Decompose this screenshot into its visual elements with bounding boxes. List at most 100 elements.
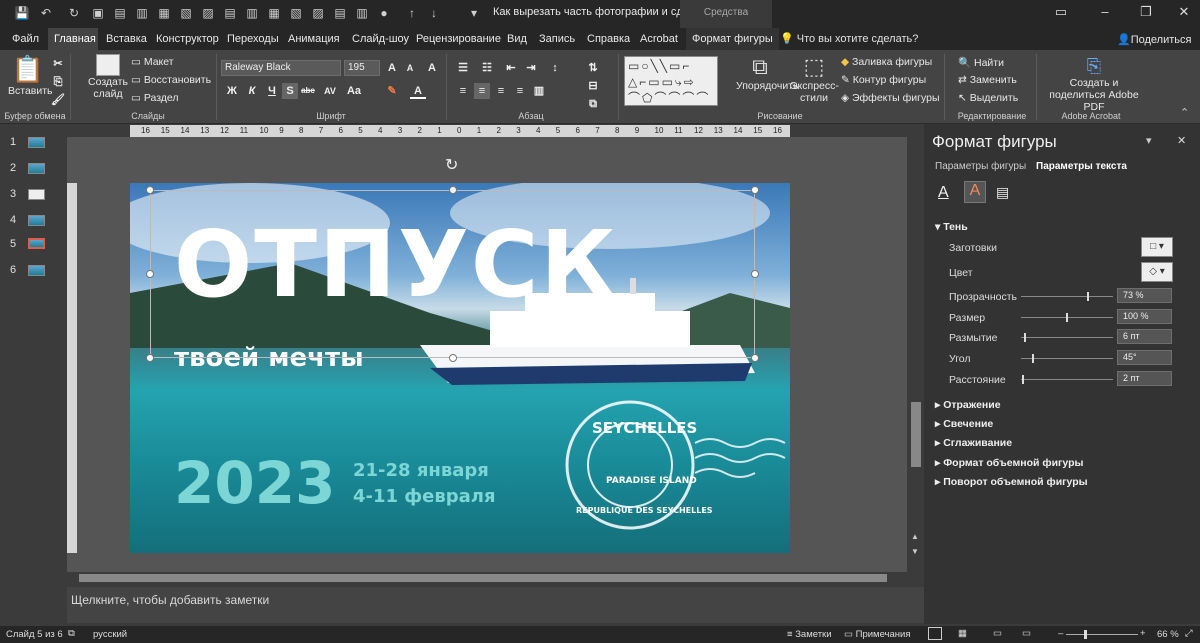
tab-design[interactable]: Конструктор bbox=[150, 28, 225, 50]
slide-sorter-icon[interactable]: ▦ bbox=[958, 628, 967, 639]
replace-button[interactable]: ⇄ Заменить bbox=[958, 74, 1017, 86]
slide-thumb-5[interactable] bbox=[28, 238, 45, 249]
char-spacing-icon[interactable]: AV bbox=[322, 83, 338, 99]
qat-icon-1[interactable]: ▤ bbox=[112, 5, 128, 21]
dates-line-2[interactable]: 4-11 февраля bbox=[353, 486, 496, 507]
tell-me-search[interactable]: 💡 Что вы хотите сделать? bbox=[780, 28, 918, 50]
bullets-icon[interactable]: ☰ bbox=[455, 60, 471, 76]
notes-toggle[interactable]: ≡ Заметки bbox=[787, 629, 832, 640]
find-button[interactable]: 🔍 Найти bbox=[958, 56, 1004, 69]
smartart-icon[interactable]: ⧉ bbox=[585, 96, 601, 112]
pane-options-icon[interactable]: ▾ bbox=[1146, 134, 1152, 147]
close-button[interactable]: ✕ bbox=[1174, 4, 1194, 22]
slide-thumb-4[interactable] bbox=[28, 215, 45, 226]
redo-icon[interactable]: ↻ bbox=[66, 5, 82, 21]
language-indicator[interactable]: русский bbox=[93, 629, 127, 640]
numbering-icon[interactable]: ☷ bbox=[479, 60, 495, 76]
resize-handle[interactable] bbox=[146, 186, 154, 194]
qat-icon-6[interactable]: ▤ bbox=[222, 5, 238, 21]
new-slide-button[interactable]: Создать слайд bbox=[88, 54, 128, 100]
qat-icon-4[interactable]: ▧ bbox=[178, 5, 194, 21]
transparency-value[interactable]: 73 % bbox=[1117, 288, 1172, 303]
scroll-down-icon[interactable]: ▼ bbox=[911, 547, 919, 556]
size-slider[interactable] bbox=[1021, 313, 1113, 322]
arrange-button[interactable]: ⧉ Упорядочить bbox=[736, 54, 798, 92]
slide-thumb-1[interactable] bbox=[28, 137, 45, 148]
size-value[interactable]: 100 % bbox=[1117, 309, 1172, 324]
rotate-3d-section[interactable]: ▸ Поворот объемной фигуры bbox=[935, 476, 1088, 488]
align-left-icon[interactable]: ≡ bbox=[455, 83, 471, 99]
tab-help[interactable]: Справка bbox=[581, 28, 636, 50]
qat-icon-12[interactable]: ▥ bbox=[354, 5, 370, 21]
tab-home[interactable]: Главная bbox=[48, 28, 98, 50]
bold-icon[interactable]: Ж bbox=[224, 83, 240, 99]
justify-icon[interactable]: ≡ bbox=[512, 83, 528, 99]
resize-handle[interactable] bbox=[751, 270, 759, 278]
reading-view-icon[interactable]: ▭ bbox=[993, 628, 1002, 639]
rotate-handle-icon[interactable]: ↻ bbox=[445, 155, 458, 175]
spellcheck-icon[interactable]: ⧉ bbox=[68, 628, 75, 639]
slide[interactable]: SEYCHELLES PARADISE ISLAND REPUBLIQUE DE… bbox=[130, 183, 790, 553]
format-3d-section[interactable]: ▸ Формат объемной фигуры bbox=[935, 457, 1084, 469]
pane-close-icon[interactable]: ✕ bbox=[1177, 134, 1186, 147]
clear-format-icon[interactable]: A bbox=[424, 60, 440, 76]
paste-button[interactable]: 📋 Вставить bbox=[8, 54, 53, 104]
strikethrough-icon[interactable]: abc bbox=[300, 83, 316, 99]
minimize-button[interactable]: – bbox=[1095, 4, 1115, 22]
align-right-icon[interactable]: ≡ bbox=[493, 83, 509, 99]
ribbon-display-icon[interactable]: ▭ bbox=[1051, 4, 1071, 22]
presets-dropdown[interactable]: □ ▾ bbox=[1141, 237, 1173, 257]
slide-thumb-3[interactable] bbox=[28, 189, 45, 200]
save-icon[interactable]: 💾 bbox=[14, 5, 30, 21]
resize-handle[interactable] bbox=[751, 354, 759, 362]
underline-icon[interactable]: Ч bbox=[264, 83, 280, 99]
tab-transitions[interactable]: Переходы bbox=[221, 28, 285, 50]
slider-knob[interactable] bbox=[1066, 313, 1068, 322]
cut-icon[interactable]: ✂ bbox=[50, 56, 66, 72]
highlight-icon[interactable]: ✎ bbox=[384, 83, 400, 99]
align-text-icon[interactable]: ⊟ bbox=[585, 78, 601, 94]
qat-icon-9[interactable]: ▧ bbox=[288, 5, 304, 21]
qat-icon-7[interactable]: ▥ bbox=[244, 5, 260, 21]
scroll-up-icon[interactable]: ▲ bbox=[911, 532, 919, 541]
zoom-in-icon[interactable]: + bbox=[1140, 628, 1146, 639]
qat-icon-8[interactable]: ▦ bbox=[266, 5, 282, 21]
arrow-down-icon[interactable]: ↓ bbox=[426, 5, 442, 21]
textbox-icon[interactable]: ▤ bbox=[996, 184, 1009, 201]
glow-section[interactable]: ▸ Свечение bbox=[935, 418, 993, 430]
arrow-up-icon[interactable]: ↑ bbox=[404, 5, 420, 21]
tab-text-options[interactable]: Параметры текста bbox=[1036, 161, 1127, 172]
reflection-section[interactable]: ▸ Отражение bbox=[935, 399, 1001, 411]
shape-outline-button[interactable]: ✎ Контур фигуры bbox=[841, 74, 926, 86]
text-direction-icon[interactable]: ⇅ bbox=[585, 60, 601, 76]
qat-icon-11[interactable]: ▤ bbox=[332, 5, 348, 21]
share-button[interactable]: 👤Поделиться bbox=[1117, 33, 1191, 46]
zoom-slider[interactable] bbox=[1066, 630, 1138, 639]
tab-shape-format[interactable]: Формат фигуры bbox=[686, 28, 779, 50]
undo-icon[interactable]: ↶ bbox=[38, 5, 54, 21]
zoom-knob[interactable] bbox=[1084, 630, 1087, 639]
smoothing-section[interactable]: ▸ Сглаживание bbox=[935, 437, 1012, 449]
angle-slider[interactable] bbox=[1021, 354, 1113, 363]
shadow-text-icon[interactable]: S bbox=[282, 83, 298, 99]
change-case-icon[interactable]: Aa bbox=[346, 83, 362, 99]
slider-knob[interactable] bbox=[1022, 375, 1024, 384]
tab-record[interactable]: Запись bbox=[533, 28, 581, 50]
tab-file[interactable]: Файл bbox=[6, 28, 45, 50]
slider-knob[interactable] bbox=[1087, 292, 1089, 301]
slide-thumb-6[interactable] bbox=[28, 265, 45, 276]
tab-slideshow[interactable]: Слайд-шоу bbox=[346, 28, 415, 50]
increase-indent-icon[interactable]: ⇥ bbox=[523, 60, 539, 76]
select-button[interactable]: ↖ Выделить bbox=[958, 92, 1018, 104]
subline-text[interactable]: твоей мечты bbox=[174, 343, 364, 373]
angle-value[interactable]: 45° bbox=[1117, 350, 1172, 365]
section-button[interactable]: ▭ Раздел bbox=[131, 92, 179, 104]
slide-thumb-2[interactable] bbox=[28, 163, 45, 174]
tab-view[interactable]: Вид bbox=[501, 28, 533, 50]
distance-value[interactable]: 2 пт bbox=[1117, 371, 1172, 386]
dates-line-1[interactable]: 21-28 января bbox=[353, 460, 489, 481]
qat-icon-5[interactable]: ▨ bbox=[200, 5, 216, 21]
tab-insert[interactable]: Вставка bbox=[100, 28, 153, 50]
qat-icon-10[interactable]: ▨ bbox=[310, 5, 326, 21]
tab-review[interactable]: Рецензирование bbox=[410, 28, 507, 50]
